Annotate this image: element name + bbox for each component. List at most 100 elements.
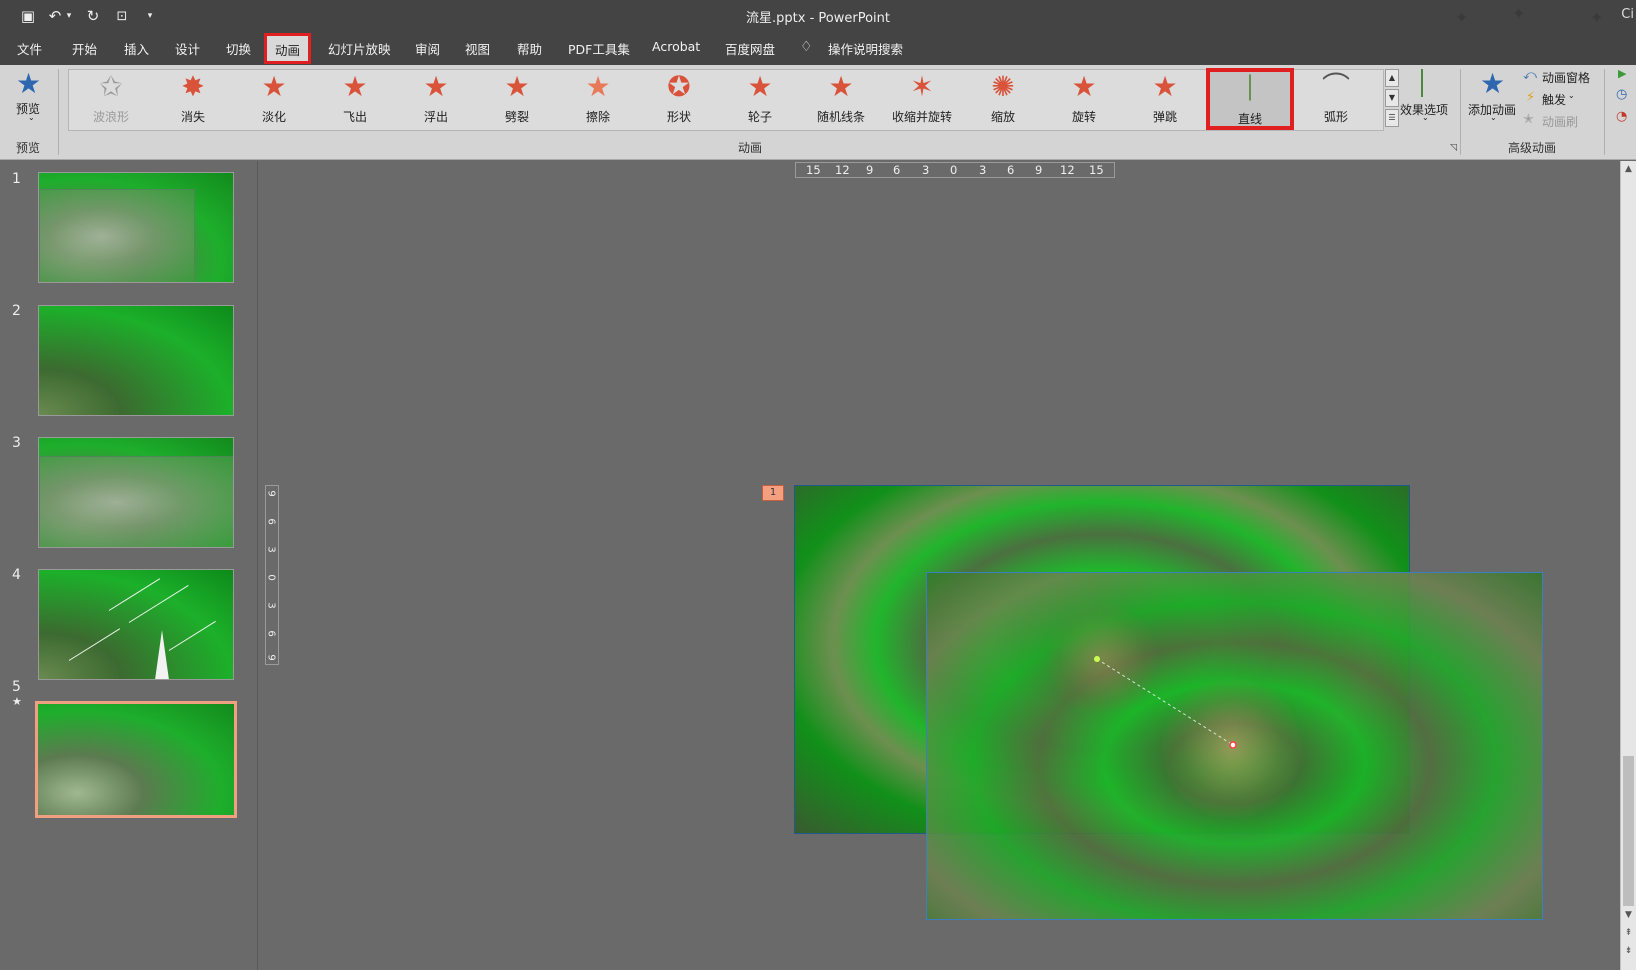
slide-number: 5 [12, 679, 21, 695]
ribbon-tabs: 文件 开始 插入 设计 切换 动画 幻灯片放映 审阅 视图 帮助 PDF工具集 … [0, 32, 1636, 65]
ruler-tick: 3 [265, 602, 277, 609]
trigger-button[interactable]: 触发 [1542, 91, 1566, 108]
tab-slideshow[interactable]: 幻灯片放映 [328, 39, 391, 58]
selected-picture-with-motion-path[interactable] [926, 572, 1543, 920]
play-icon[interactable]: ▶ [1618, 67, 1626, 80]
group-separator [1460, 69, 1461, 155]
group-label-animation: 动画 [738, 141, 763, 155]
zoom-star-icon: ✺ [991, 70, 1015, 103]
random-bars-star-icon: ★ [828, 70, 854, 103]
ruler-tick: 3 [922, 163, 930, 177]
effect-line-motion-path[interactable]: │ 直线 [1206, 68, 1294, 130]
tab-home[interactable]: 开始 [72, 39, 97, 58]
preview-star-icon: ★ [16, 67, 42, 100]
thumbnail-overlay [39, 456, 233, 547]
ruler-tick: 12 [1060, 163, 1075, 177]
effect-disappear[interactable]: ✸ 消失 [153, 70, 233, 130]
tab-acrobat[interactable]: Acrobat [652, 39, 700, 54]
scroll-down-button[interactable]: ▼ [1622, 909, 1635, 922]
gallery-scroll-up-button[interactable]: ▲ [1385, 69, 1399, 87]
line-path-icon: │ [1243, 76, 1257, 101]
motion-path-end-point[interactable] [1229, 741, 1237, 749]
effect-shrink-turn[interactable]: ✶ 收缩并旋转 [882, 70, 962, 130]
animation-star-icon: ★ [12, 695, 22, 708]
ruler-tick: 6 [1007, 163, 1015, 177]
tab-view[interactable]: 视图 [465, 39, 490, 58]
swivel-star-icon: ★ [1071, 70, 1097, 103]
bird-decoration-icon: ✦ [1512, 4, 1526, 23]
clock-icon[interactable]: ◷ [1616, 87, 1627, 102]
tab-help[interactable]: 帮助 [517, 39, 542, 58]
tab-insert[interactable]: 插入 [124, 39, 149, 58]
effect-shape[interactable]: ✪ 形状 [639, 70, 719, 130]
lightbulb-icon[interactable]: ♢ [800, 39, 813, 55]
ruler-tick: 0 [950, 163, 958, 177]
wave-star-icon: ✩ [99, 70, 123, 103]
effect-float-out[interactable]: ★ 浮出 [396, 70, 476, 130]
gallery-more-button[interactable]: ☰ [1385, 109, 1399, 127]
slide-number: 2 [12, 303, 21, 319]
shape-star-icon: ✪ [667, 70, 691, 103]
disappear-star-icon: ✸ [181, 70, 205, 103]
effect-swivel[interactable]: ★ 旋转 [1044, 70, 1124, 130]
preview-button[interactable]: ★ 预览 ⌄ [6, 67, 52, 131]
ruler-tick: 3 [979, 163, 987, 177]
chevron-down-icon: ⌄ [28, 113, 35, 122]
gallery-scroll-down-button[interactable]: ▼ [1385, 89, 1399, 107]
tab-file[interactable]: 文件 [17, 39, 42, 58]
bird-decoration-icon: ✦ [1590, 8, 1604, 27]
shrink-turn-star-icon: ✶ [910, 70, 934, 103]
slide-thumbnail-5[interactable] [35, 701, 237, 818]
tab-transitions[interactable]: 切换 [226, 39, 251, 58]
tell-me-search[interactable]: 操作说明搜索 [828, 39, 903, 58]
tab-pdf-tools[interactable]: PDF工具集 [568, 39, 630, 58]
slide-thumbnail-3[interactable] [38, 437, 234, 548]
chevron-down-icon: ⌄ [1568, 91, 1575, 100]
effect-bounce[interactable]: ★ 弹跳 [1125, 70, 1205, 130]
tab-design[interactable]: 设计 [175, 39, 200, 58]
effect-wipe[interactable]: ★ 擦除 [558, 70, 638, 130]
slide-thumbnail-2[interactable] [38, 305, 234, 416]
slide-thumbnail-1[interactable] [38, 172, 234, 283]
fade-star-icon: ★ [261, 70, 287, 103]
animation-pane-button[interactable]: 动画窗格 [1542, 69, 1590, 86]
effect-wheel[interactable]: ★ 轮子 [720, 70, 800, 130]
title-bar: ▣ ↶ ▾ ↻ ⊡ ▾ 流星.pptx - PowerPoint ✦ ✦ ✦ C… [0, 0, 1636, 32]
motion-path-line[interactable] [927, 573, 1544, 921]
effect-arc-motion-path[interactable]: ⌒ 弧形 [1296, 70, 1376, 130]
chevron-down-icon: ⌄ [1422, 113, 1429, 122]
animation-order-badge[interactable]: 1 [762, 485, 784, 501]
trigger-lightning-icon: ⚡ [1526, 90, 1536, 105]
effect-fly-out[interactable]: ★ 飞出 [315, 70, 395, 130]
slide-number: 1 [12, 171, 21, 187]
timer-icon[interactable]: ◔ [1616, 109, 1627, 124]
tab-review[interactable]: 审阅 [415, 39, 440, 58]
meteor-streak [168, 620, 216, 651]
canvas-vertical-scrollbar[interactable]: ▲ ▼ ⇞ ⇟ [1620, 161, 1636, 970]
bounce-star-icon: ★ [1152, 70, 1178, 103]
ruler-tick: 12 [835, 163, 850, 177]
effect-options-button[interactable]: 效果选项 ⌄ [1400, 67, 1452, 131]
effect-wave[interactable]: ✩ 波浪形 [71, 70, 151, 130]
meteor-streak [68, 628, 121, 661]
tab-animations[interactable]: 动画 [264, 33, 312, 64]
account-label[interactable]: Ci [1621, 7, 1634, 22]
motion-path-start-point[interactable] [1094, 656, 1100, 662]
effect-zoom[interactable]: ✺ 缩放 [963, 70, 1043, 130]
previous-slide-button[interactable]: ⇞ [1622, 927, 1635, 940]
next-slide-button[interactable]: ⇟ [1622, 945, 1635, 958]
scroll-up-button[interactable]: ▲ [1622, 163, 1635, 176]
slide-thumbnail-4[interactable] [38, 569, 234, 680]
tab-baidu-netdisk[interactable]: 百度网盘 [725, 39, 775, 58]
add-animation-button[interactable]: ★ 添加动画 ⌄ [1468, 67, 1520, 131]
effect-options-icon [1421, 69, 1423, 97]
effect-fade[interactable]: ★ 淡化 [234, 70, 314, 130]
effect-split[interactable]: ★ 劈裂 [477, 70, 557, 130]
slide-number: 4 [12, 567, 21, 583]
scrollbar-thumb[interactable] [1623, 756, 1634, 906]
ruler-tick: 9 [265, 654, 277, 661]
effect-random-bars[interactable]: ★ 随机线条 [801, 70, 881, 130]
animation-painter-button[interactable]: 动画刷 [1542, 113, 1578, 130]
bird-decoration-icon: ✦ [1455, 8, 1469, 27]
dialog-launcher-icon[interactable]: ◹ [1450, 143, 1457, 153]
